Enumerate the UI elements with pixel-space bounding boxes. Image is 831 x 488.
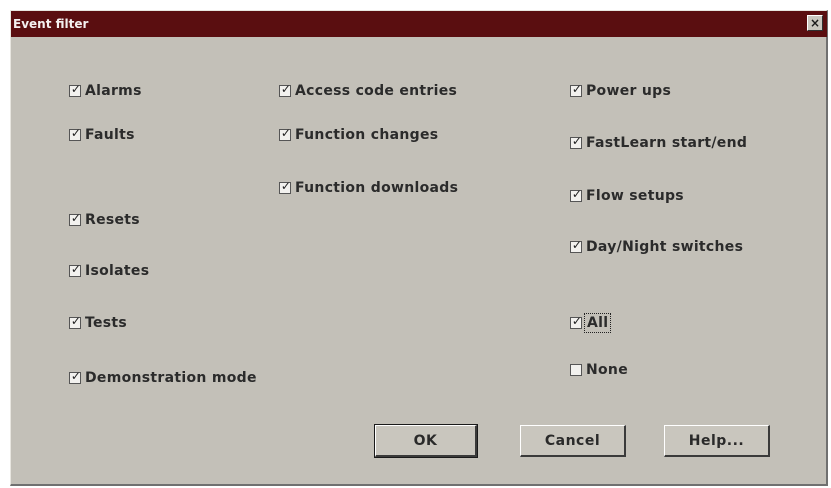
alarms-label: Alarms bbox=[85, 83, 142, 99]
flow-setups-checkbox-box[interactable]: ✓ bbox=[570, 187, 583, 202]
day-night-switches-checkbox-box[interactable]: ✓ bbox=[570, 238, 583, 253]
tests-checkbox[interactable]: ✓ Tests bbox=[69, 313, 127, 333]
demonstration-mode-checkbox-box[interactable]: ✓ bbox=[69, 369, 82, 384]
check-icon: ✓ bbox=[571, 134, 583, 148]
access-code-entries-checkbox[interactable]: ✓ Access code entries bbox=[279, 81, 457, 101]
check-icon bbox=[571, 361, 583, 375]
resets-checkbox[interactable]: ✓ Resets bbox=[69, 210, 140, 230]
none-label: None bbox=[586, 362, 628, 378]
check-icon: ✓ bbox=[571, 187, 583, 201]
window-title: Event filter bbox=[13, 17, 89, 31]
fastlearn-checkbox[interactable]: ✓ FastLearn start/end bbox=[570, 133, 747, 153]
all-checkbox[interactable]: ✓ All bbox=[570, 313, 612, 333]
flow-setups-checkbox[interactable]: ✓ Flow setups bbox=[570, 186, 684, 206]
check-icon: ✓ bbox=[571, 314, 583, 328]
check-icon: ✓ bbox=[571, 82, 583, 96]
power-ups-checkbox[interactable]: ✓ Power ups bbox=[570, 81, 671, 101]
ok-button[interactable]: OK bbox=[374, 424, 478, 458]
isolates-checkbox[interactable]: ✓ Isolates bbox=[69, 261, 149, 281]
close-icon: × bbox=[809, 16, 821, 30]
tests-label: Tests bbox=[85, 315, 128, 331]
access-code-entries-label: Access code entries bbox=[295, 83, 458, 99]
function-changes-checkbox-box[interactable]: ✓ bbox=[279, 126, 292, 141]
close-button[interactable]: × bbox=[807, 15, 823, 31]
power-ups-checkbox-box[interactable]: ✓ bbox=[570, 82, 583, 97]
check-icon: ✓ bbox=[70, 262, 82, 276]
event-filter-dialog: Event filter × ✓ Alarms ✓ Faults ✓ Reset… bbox=[10, 10, 828, 486]
check-icon: ✓ bbox=[280, 82, 292, 96]
check-icon: ✓ bbox=[280, 126, 292, 140]
check-icon: ✓ bbox=[70, 369, 82, 383]
isolates-checkbox-box[interactable]: ✓ bbox=[69, 262, 82, 277]
function-downloads-checkbox-box[interactable]: ✓ bbox=[279, 179, 292, 194]
cancel-button[interactable]: Cancel bbox=[520, 425, 626, 457]
day-night-switches-label: Day/Night switches bbox=[586, 239, 744, 255]
flow-setups-label: Flow setups bbox=[586, 188, 684, 204]
check-icon: ✓ bbox=[70, 211, 82, 225]
function-changes-label: Function changes bbox=[295, 127, 439, 143]
all-label: All bbox=[583, 313, 612, 333]
check-icon: ✓ bbox=[571, 238, 583, 252]
resets-label: Resets bbox=[85, 212, 140, 228]
none-checkbox-box[interactable] bbox=[570, 364, 582, 376]
faults-checkbox-box[interactable]: ✓ bbox=[69, 126, 82, 141]
fastlearn-checkbox-box[interactable]: ✓ bbox=[570, 134, 583, 149]
isolates-label: Isolates bbox=[85, 263, 150, 279]
check-icon: ✓ bbox=[70, 126, 82, 140]
alarms-checkbox-box[interactable]: ✓ bbox=[69, 82, 82, 97]
check-icon: ✓ bbox=[280, 179, 292, 193]
demonstration-mode-checkbox[interactable]: ✓ Demonstration mode bbox=[69, 368, 257, 388]
demonstration-mode-label: Demonstration mode bbox=[85, 370, 257, 386]
faults-label: Faults bbox=[85, 127, 135, 143]
function-downloads-label: Function downloads bbox=[295, 180, 459, 196]
fastlearn-label: FastLearn start/end bbox=[586, 135, 748, 151]
alarms-checkbox[interactable]: ✓ Alarms bbox=[69, 81, 142, 101]
access-code-entries-checkbox-box[interactable]: ✓ bbox=[279, 82, 292, 97]
help-button[interactable]: Help... bbox=[664, 425, 770, 457]
check-icon: ✓ bbox=[70, 82, 82, 96]
tests-checkbox-box[interactable]: ✓ bbox=[69, 314, 82, 329]
check-icon: ✓ bbox=[70, 314, 82, 328]
power-ups-label: Power ups bbox=[586, 83, 672, 99]
day-night-switches-checkbox[interactable]: ✓ Day/Night switches bbox=[570, 237, 743, 257]
none-checkbox[interactable]: None bbox=[570, 360, 628, 380]
function-downloads-checkbox[interactable]: ✓ Function downloads bbox=[279, 178, 458, 198]
all-checkbox-box[interactable]: ✓ bbox=[570, 314, 583, 329]
faults-checkbox[interactable]: ✓ Faults bbox=[69, 125, 135, 145]
function-changes-checkbox[interactable]: ✓ Function changes bbox=[279, 125, 438, 145]
resets-checkbox-box[interactable]: ✓ bbox=[69, 211, 82, 226]
title-bar: Event filter × bbox=[11, 11, 827, 37]
